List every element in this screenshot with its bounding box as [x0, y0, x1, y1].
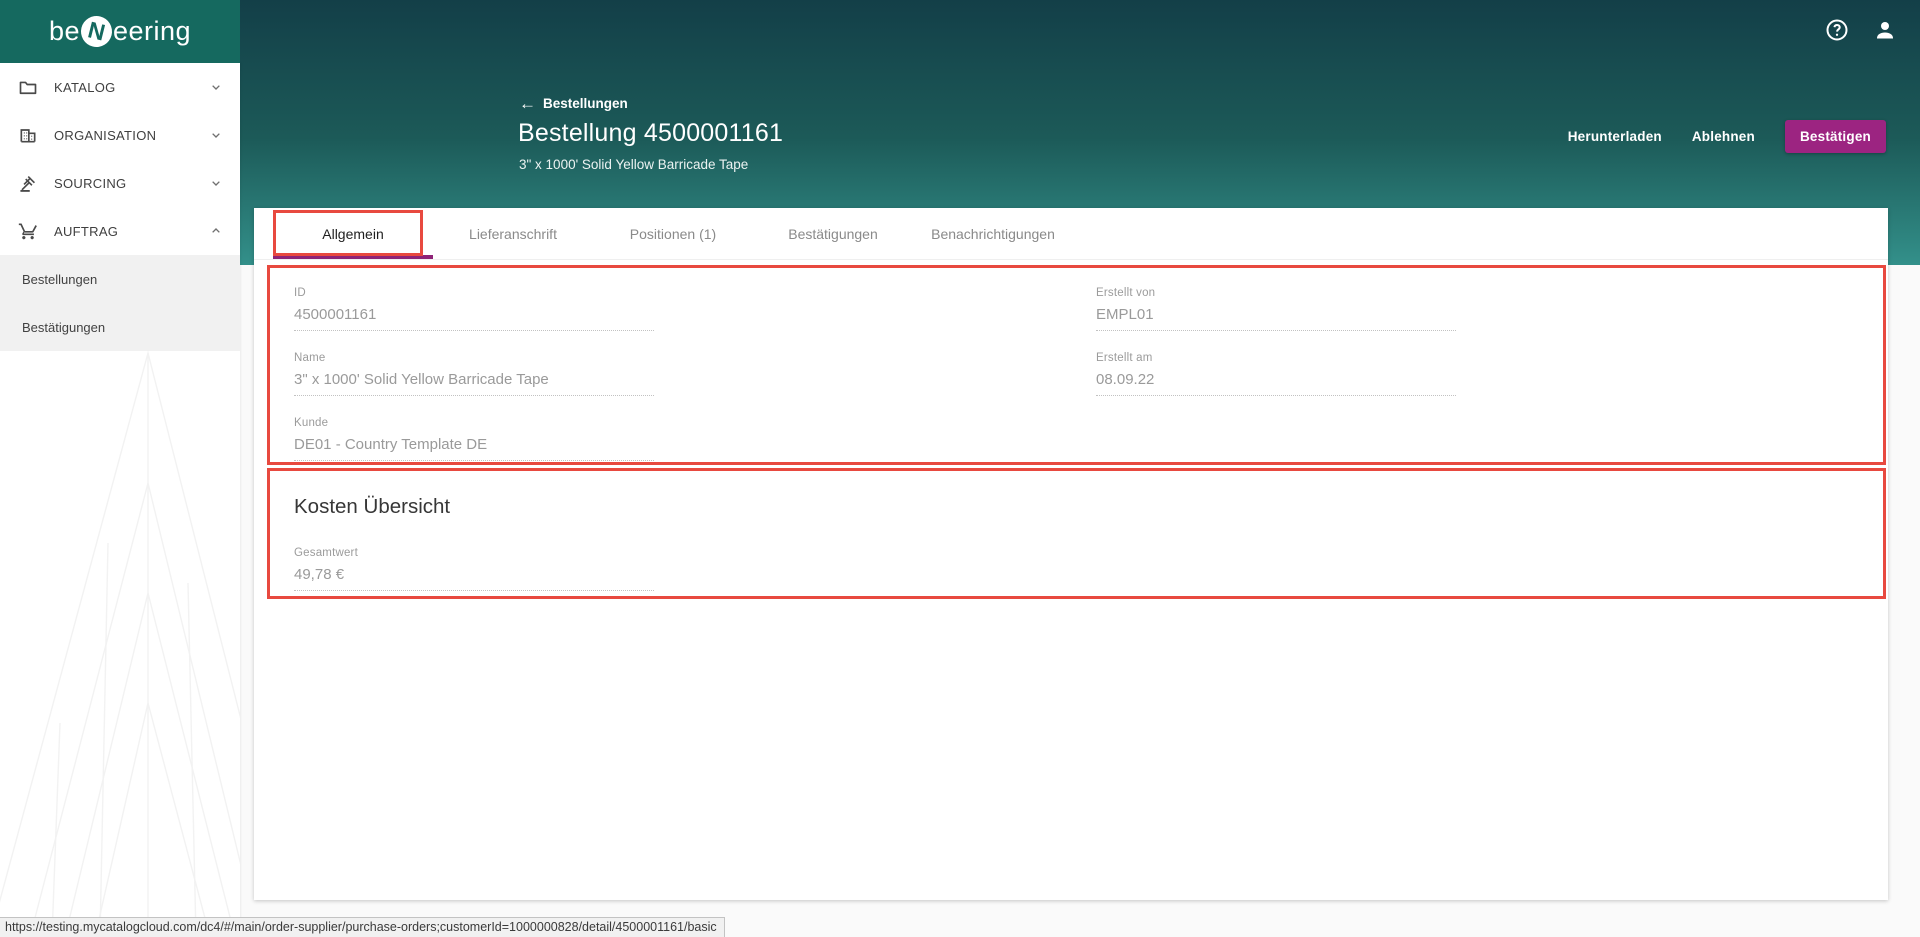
active-tab-indicator: [273, 255, 433, 259]
field-label: Kunde: [294, 417, 329, 429]
sidebar-item-sourcing[interactable]: SOURCING: [0, 159, 240, 207]
sidebar-subitem-bestellungen[interactable]: Bestellungen: [0, 255, 240, 303]
sidebar-subitem-bestaetigungen[interactable]: Bestätigungen: [0, 303, 240, 351]
logo-text-prefix: be: [48, 16, 80, 46]
sidebar-submenu-auftrag: Bestellungen Bestätigungen: [0, 255, 240, 351]
breadcrumb-label: Bestellungen: [543, 96, 628, 111]
field-label: Erstellt am: [1096, 352, 1153, 364]
sidebar-nav: KATALOG ORGANISATION SOURCING AUFTRAG Be…: [0, 63, 240, 351]
field-label: Erstellt von: [1096, 287, 1156, 299]
field-label: Gesamtwert: [294, 547, 358, 559]
chevron-up-icon: [208, 223, 224, 239]
name-field[interactable]: Name 3" x 1000' Solid Yellow Barricade T…: [294, 352, 654, 396]
field-label: ID: [294, 287, 306, 299]
field-label: Name: [294, 352, 326, 364]
field-value: 3" x 1000' Solid Yellow Barricade Tape: [294, 371, 654, 396]
sidebar-item-label: KATALOG: [54, 79, 116, 95]
sidebar-item-label: AUFTRAG: [54, 223, 119, 239]
field-value: DE01 - Country Template DE: [294, 436, 654, 461]
cost-section-title: Kosten Übersicht: [294, 495, 451, 518]
kunde-field[interactable]: Kunde DE01 - Country Template DE: [294, 417, 654, 461]
confirm-button[interactable]: Bestätigen: [1784, 119, 1886, 153]
folder-icon: [16, 75, 40, 99]
header-actions: Herunterladen Ablehnen Bestätigen: [1568, 119, 1886, 153]
field-value: 49,78 €: [294, 566, 654, 591]
help-icon[interactable]: [1824, 17, 1850, 43]
content-card: Allgemein Lieferanschrift Positionen (1)…: [254, 208, 1888, 900]
reject-button[interactable]: Ablehnen: [1692, 129, 1755, 144]
topbar-icons: [1824, 17, 1898, 43]
account-icon[interactable]: [1872, 17, 1898, 43]
tab-positionen[interactable]: Positionen (1): [593, 208, 753, 259]
field-value: EMPL01: [1096, 306, 1456, 331]
chevron-down-icon: [208, 79, 224, 95]
field-value: 08.09.22: [1096, 371, 1456, 396]
tab-lieferanschrift[interactable]: Lieferanschrift: [433, 208, 593, 259]
tab-allgemein[interactable]: Allgemein: [273, 208, 433, 259]
sidebar-item-label: ORGANISATION: [54, 127, 157, 143]
sidebar-item-auftrag[interactable]: AUFTRAG: [0, 207, 240, 255]
download-button[interactable]: Herunterladen: [1568, 129, 1662, 144]
chevron-down-icon: [208, 127, 224, 143]
erstellt-von-field[interactable]: Erstellt von EMPL01: [1096, 287, 1456, 331]
logo-text-suffix: eering: [112, 16, 192, 46]
sidebar-item-katalog[interactable]: KATALOG: [0, 63, 240, 111]
tab-bestaetigungen[interactable]: Bestätigungen: [753, 208, 913, 259]
tab-benachrichtigungen[interactable]: Benachrichtigungen: [913, 208, 1073, 259]
erstellt-am-field[interactable]: Erstellt am 08.09.22: [1096, 352, 1456, 396]
gesamtwert-field[interactable]: Gesamtwert 49,78 €: [294, 547, 654, 591]
chevron-down-icon: [208, 175, 224, 191]
cart-icon: [16, 219, 40, 243]
logo-n-mark-icon: N: [77, 12, 116, 51]
building-icon: [16, 123, 40, 147]
gavel-icon: [16, 171, 40, 195]
sidebar: KATALOG ORGANISATION SOURCING AUFTRAG Be…: [0, 63, 240, 937]
back-arrow-icon: ←: [519, 94, 536, 113]
field-value: 4500001161: [294, 306, 654, 331]
status-bar-url: https://testing.mycatalogcloud.com/dc4/#…: [0, 917, 725, 937]
tab-bar: Allgemein Lieferanschrift Positionen (1)…: [254, 208, 1888, 260]
breadcrumb-back-link[interactable]: ← Bestellungen: [519, 94, 628, 113]
sidebar-item-label: SOURCING: [54, 175, 127, 191]
app-logo: be Neering: [0, 0, 240, 63]
sidebar-item-organisation[interactable]: ORGANISATION: [0, 111, 240, 159]
page-subtitle: 3" x 1000' Solid Yellow Barricade Tape: [519, 157, 749, 172]
id-field[interactable]: ID 4500001161: [294, 287, 654, 331]
app-window: ← Bestellungen Bestellung 4500001161 3" …: [0, 0, 1920, 937]
page-title: Bestellung 4500001161: [518, 119, 784, 147]
